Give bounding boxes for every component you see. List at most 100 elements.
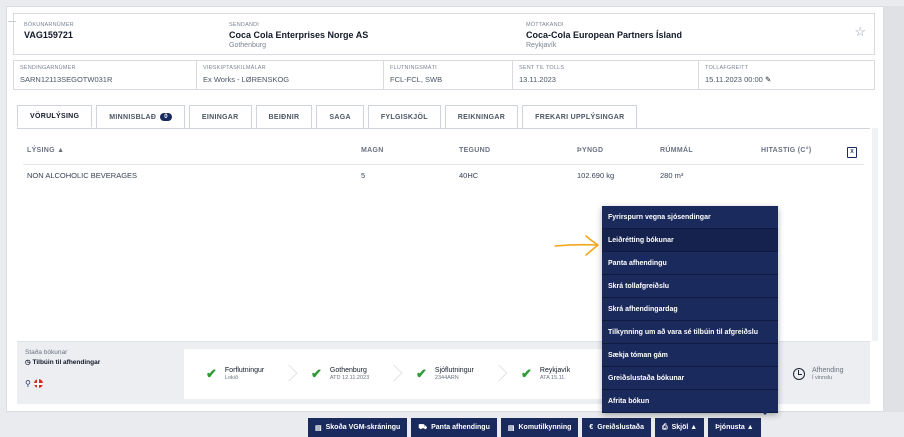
documents-dropdown-button[interactable]: ⎙ Skjöl ▲ [654,418,705,437]
booking-header: BÓKUNARNÚMER VAG159721 SENDANDI Coca Col… [13,13,875,55]
tab-documents[interactable]: FYLGISKJÖL [367,105,441,128]
bottom-divider [8,21,16,22]
printer-icon: ⎙ [661,423,668,431]
menu-item-booking-correction[interactable]: Leiðrétting bókunar [602,229,778,252]
status-current: ◷ Tilbúin til afhendingar [25,358,170,366]
clock-icon [793,368,805,380]
checkmark-icon: ✔ [311,366,322,381]
shipment-number-field: SENDINGARNÚMER SARN12113SEGOTW031R [14,61,197,89]
sender-label: SENDANDI [229,22,260,28]
menu-item-ready-notification[interactable]: Tilkynning um að vara sé tilbúin til afg… [602,321,778,344]
checkmark-icon: ✔ [521,366,532,381]
menu-item-register-customs[interactable]: Skrá tollafgreiðslu [602,275,778,298]
tab-bar: VÖRULÝSING MINNISBLAÐ 0 EININGAR BEIÐNIR … [17,105,638,128]
terms-value: Ex Works - LØRENSKOG [203,75,290,84]
menu-caret-icon [760,410,770,415]
button-label: Panta afhendingu [431,424,490,431]
table-header: LÝSING ▲ MAGN TEGUND ÞYNGD RÚMMÁL HITAST… [17,147,870,159]
step-name: Gothenburg [329,367,367,374]
excel-export-icon[interactable]: X [847,147,857,158]
step-sub: ATA 15.11. [539,375,566,381]
arrival-notice-button[interactable]: ▤ Komutilkynning [500,418,579,437]
location-info: ⚲ [25,379,43,389]
menu-item-sea-inquiry[interactable]: Fyrirspurn vegna sjósendingar [602,206,778,229]
menu-item-order-delivery[interactable]: Panta afhendingu [602,252,778,275]
step-departure-port: ✔ Gothenburg ATD 12.11.2023 [289,349,403,399]
step-sub: Í vinnslu [812,375,833,381]
service-dropdown-button[interactable]: Þjónusta ▲ [708,418,761,437]
tab-label: FREKARI UPPLÝSINGAR [535,113,625,121]
tab-label: VÖRULÝSING [30,112,80,120]
cell-type: 40HC [459,171,479,180]
transport-value: FCL-FCL, SWB [390,75,443,84]
pencil-icon[interactable]: ✎ [765,75,771,84]
annotation-arrow-icon [554,235,599,256]
order-delivery-button[interactable]: ⛟ Panta afhendingu [411,418,497,437]
button-label: Greiðslustaða [597,424,644,431]
status-current-text: Tilbúin til afhendingar [32,359,101,366]
tab-product-description[interactable]: VÖRULÝSING [17,105,93,128]
euro-icon: € [589,424,594,431]
booking-details: SENDINGARNÚMER SARN12113SEGOTW031R VIÐSK… [13,60,875,90]
menu-item-register-delivery-date[interactable]: Skrá afhendingardag [602,298,778,321]
cell-weight: 102.690 kg [577,171,615,180]
menu-item-copy-booking[interactable]: Afrita bókun [602,390,778,413]
customs-cleared-date: 15.11.2023 00:00 [705,75,763,84]
step-name: Afhending [812,367,844,374]
step-sub: 2344ARN [434,375,459,381]
tab-history[interactable]: SAGA [316,105,364,128]
column-temperature[interactable]: HITASTIG (C°) [761,147,812,154]
booking-number: VAG159721 [24,30,73,40]
header-divider [23,164,864,165]
tab-label: SAGA [329,113,351,121]
button-label: Þjónusta ▲ [715,424,754,431]
transport-field: FLUTNINGSMÁTI FCL-FCL, SWB [384,61,513,89]
tab-invoices[interactable]: REIKNINGAR [444,105,519,128]
star-outline-icon[interactable]: ☆ [854,24,866,40]
payment-status-button[interactable]: € Greiðslustaða [582,418,651,437]
tab-label: BEIÐNIR [268,113,300,121]
step-pre-carriage: ✔ Forflutningur Lokið [184,349,298,399]
column-type[interactable]: TEGUND [459,147,490,154]
tab-requests[interactable]: BEIÐNIR [255,105,313,128]
customs-cleared-label: TOLLAFGREITT [705,65,749,71]
step-sub: Lokið [224,375,239,381]
tab-label: EININGAR [201,113,239,121]
service-dropdown-menu: Fyrirspurn vegna sjósendingar Leiðréttin… [602,206,778,413]
receiver-label: MÓTTAKANDI [526,22,564,28]
tab-more-info[interactable]: FREKARI UPPLÝSINGAR [522,105,638,128]
map-pin-icon[interactable]: ⚲ [25,379,31,388]
column-volume[interactable]: RÚMMÁL [660,147,693,154]
table-scrollbar[interactable] [872,128,878,341]
receiver-field: MÓTTAKANDI Coca-Cola European Partners Í… [526,22,682,50]
sender-city: Gothenburg [229,42,266,49]
progress-steps: ✔ Forflutningur Lokið ✔ Gothenburg ATD 12.… [184,349,604,399]
menu-item-payment-status[interactable]: Greiðslustaða bókunar [602,367,778,390]
tab-notes[interactable]: MINNISBLAÐ 0 [96,105,185,128]
notes-count-badge: 0 [160,113,172,121]
booking-number-field: BÓKUNARNÚMER VAG159721 [24,22,74,41]
step-name: Reykjavík [539,367,571,374]
column-quantity[interactable]: MAGN [361,147,384,154]
step-delivery: Afhending Í vinnslu [793,349,865,399]
tab-units[interactable]: EININGAR [188,105,252,128]
step-name: Forflutningur [224,367,265,374]
customs-sent-label: SENT TIL TOLLS [519,65,565,71]
step-name: Sjóflutningur [434,367,474,374]
cell-quantity: 5 [361,171,366,180]
column-description[interactable]: LÝSING ▲ [27,147,64,154]
customs-cleared-field: TOLLAFGREITT 15.11.2023 00:00 ✎ [699,61,874,89]
checkmark-icon: ✔ [416,366,427,381]
action-buttons: ▤ Skoða VGM-skráningu ⛟ Panta afhendingu ▤… [308,418,761,437]
step-arrival-port: ✔ Reykjavík ATA 15.11. [499,349,604,399]
receiver-city: Reykjavík [526,42,557,49]
shipment-number: SARN12113SEGOTW031R [20,75,113,84]
menu-item-fetch-empty-container[interactable]: Sækja tóman gám [602,344,778,367]
shipment-number-label: SENDINGARNÚMER [20,65,76,71]
table-row: NON ALCOHOLIC BEVERAGES 5 40HC 102.690 k… [17,171,870,183]
column-weight[interactable]: ÞYNGD [577,147,603,154]
receiver-name: Coca-Cola European Partners Ísland [526,30,683,40]
document-icon: ▤ [507,424,515,432]
booking-number-label: BÓKUNARNÚMER [24,22,74,28]
view-vgm-button[interactable]: ▤ Skoða VGM-skráningu [308,418,408,437]
